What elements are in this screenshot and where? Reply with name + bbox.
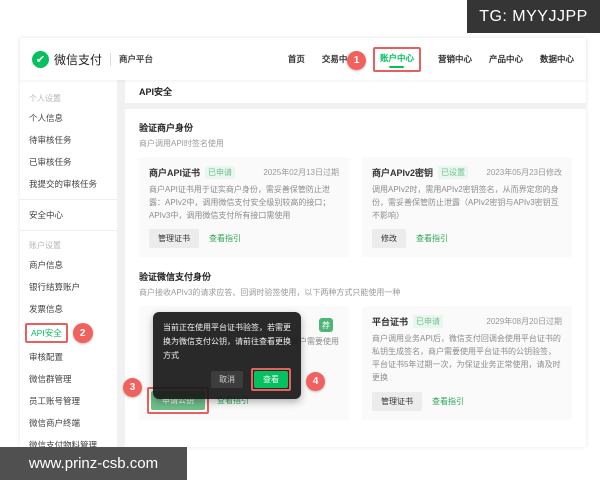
- nav-home[interactable]: 首页: [288, 53, 305, 65]
- sidebar-item-my-submitted-reviews[interactable]: 我提交的审核任务: [20, 173, 117, 195]
- logo-text: 微信支付: [54, 52, 103, 67]
- merchant-identity-cards: 商户API证书 已申请 2025年02月13日过期 商户API证书用于证实商户身…: [139, 157, 572, 258]
- tooltip-view-button[interactable]: 查看: [254, 371, 288, 389]
- tooltip-cancel-button[interactable]: 取消: [211, 371, 243, 389]
- card-apiv2-key: 商户APIv2密钥 已设置 2023年05月23日修改 调用APIv2时，需用A…: [362, 157, 572, 258]
- nav-marketing-center[interactable]: 营销中心: [438, 53, 472, 65]
- sidebar-item-review-config[interactable]: 审核配置: [20, 346, 117, 368]
- page-title: API安全: [125, 80, 586, 103]
- card-title: 商户API证书: [149, 168, 201, 178]
- site-watermark: www.prinz-csb.com: [0, 447, 187, 480]
- sidebar: 个人设置 个人信息 待审核任务 已审核任务 我提交的审核任务 安全中心 账户设置…: [20, 80, 117, 450]
- modified-date: 2023年05月23日修改: [486, 168, 562, 177]
- nav-account-center[interactable]: 账户中心: [380, 52, 414, 64]
- sidebar-item-staff-account-mgmt[interactable]: 员工账号管理: [20, 390, 117, 412]
- main-column: API安全 验证商户身份 商户调用API时签名使用 商户API证书 已申请 20…: [123, 80, 586, 447]
- card-description: 调用APIv2时，需用APIv2密钥签名，从而界定您的身份，需妥善保管防止泄露（…: [372, 185, 559, 220]
- header-divider: [110, 52, 112, 66]
- view-guide-link[interactable]: 查看指引: [416, 233, 448, 244]
- sidebar-item-wechat-group-mgmt[interactable]: 微信群管理: [20, 368, 117, 390]
- annotation-step-1: 1: [347, 51, 366, 70]
- content-area: 个人设置 个人信息 待审核任务 已审核任务 我提交的审核任务 安全中心 账户设置…: [20, 80, 586, 450]
- card-description: 商户调用业务API后，微信支付回调会使用平台证书的私钥生成签名，商户需要使用平台…: [372, 334, 561, 382]
- sidebar-item-merchant-info[interactable]: 商户信息: [20, 254, 117, 276]
- section-verify-merchant-subtitle: 商户调用API时签名使用: [139, 139, 224, 148]
- tg-watermark: TG: MYYJJPP: [467, 0, 600, 33]
- sidebar-item-invoice-info[interactable]: 发票信息: [20, 298, 117, 320]
- view-guide-link[interactable]: 查看指引: [432, 396, 464, 407]
- card-title: 商户APIv2密钥: [372, 168, 434, 178]
- main-nav: 首页 交易中心 账户中心 营销中心 产品中心 数据中心: [288, 46, 574, 72]
- nav-data-center[interactable]: 数据中心: [540, 53, 574, 65]
- sidebar-item-api-security[interactable]: API安全: [25, 323, 68, 343]
- switch-method-tooltip: 当前正在使用平台证书验签，若需更换为微信支付公钥，请前往查看更换方式 取消 查看…: [153, 312, 325, 400]
- sidebar-divider: [20, 199, 117, 200]
- card-description: 商户API证书用于证实商户身份，需妥善保管防止泄露：APIv2中，调用微信支付安…: [149, 185, 331, 220]
- status-badge: 已申请: [413, 315, 444, 329]
- wechat-pay-logo: ✔ 微信支付: [32, 50, 103, 68]
- expiry-date: 2025年02月13日过期: [263, 168, 339, 177]
- view-guide-link[interactable]: 查看指引: [209, 233, 241, 244]
- nav-active-underline: [389, 65, 405, 68]
- sidebar-group-account-settings: 账户设置: [29, 241, 61, 250]
- api-security-panel: 验证商户身份 商户调用API时签名使用 商户API证书 已申请 2025年02月…: [123, 109, 586, 447]
- sidebar-item-pending-review[interactable]: 待审核任务: [20, 129, 117, 151]
- sidebar-item-reviewed[interactable]: 已审核任务: [20, 151, 117, 173]
- section-verify-wechatpay-title: 验证微信支付身份: [139, 272, 212, 283]
- platform-label: 商户平台: [119, 54, 154, 64]
- modify-key-button[interactable]: 修改: [372, 229, 406, 249]
- sidebar-active-row: API安全 2: [20, 320, 117, 346]
- sidebar-item-personal-info[interactable]: 个人信息: [20, 107, 117, 129]
- tooltip-text: 当前正在使用平台证书验签，若需更换为微信支付公钥，请前往查看更换方式: [163, 323, 291, 361]
- expiry-date: 2029年08月20日过期: [486, 317, 562, 327]
- sidebar-item-security-center[interactable]: 安全中心: [20, 204, 117, 226]
- card-merchant-api-cert: 商户API证书 已申请 2025年02月13日过期 商户API证书用于证实商户身…: [139, 157, 349, 258]
- status-badge: 已设置: [438, 166, 469, 179]
- nav-account-center-highlight-box[interactable]: 账户中心: [372, 46, 421, 72]
- top-header: ✔ 微信支付 商户平台 首页 交易中心 账户中心 营销中心 产品中心 数据中心 …: [20, 38, 586, 80]
- sidebar-group-personal-settings: 个人设置: [29, 94, 61, 103]
- annotation-step-3: 3: [123, 378, 142, 398]
- manage-cert-button[interactable]: 管理证书: [372, 391, 422, 411]
- annotation-step-4: 4: [306, 372, 325, 392]
- card-title: 平台证书: [372, 317, 409, 328]
- card-wechatpay-public-key: 荐 、商户需要使用 申请公钥 查看指引 3 当前正在使用平台证书验签，若需更换为…: [123, 306, 349, 420]
- wechat-pay-check-icon: ✔: [32, 50, 49, 68]
- sidebar-item-merchant-terminal[interactable]: 微信商户终端: [20, 412, 117, 434]
- wechatpay-identity-cards: 荐 、商户需要使用 申请公钥 查看指引 3 当前正在使用平台证书验签，若需更换为…: [123, 306, 572, 420]
- status-badge: 已申请: [205, 166, 236, 179]
- nav-product-center[interactable]: 产品中心: [489, 53, 523, 65]
- card-platform-cert: 平台证书 已申请 2029年08月20日过期 商户调用业务API后，微信支付回调…: [362, 306, 572, 420]
- merchant-platform-page: ✔ 微信支付 商户平台 首页 交易中心 账户中心 营销中心 产品中心 数据中心 …: [20, 38, 586, 450]
- tooltip-view-highlight-box: 查看: [251, 368, 291, 392]
- section-verify-merchant-title: 验证商户身份: [139, 123, 194, 133]
- section-verify-wechatpay-subtitle: 商户接收APIv3的请求应答、回调时验签使用，以下两种方式只能使用一种: [139, 288, 401, 298]
- sidebar-item-bank-settlement-account[interactable]: 银行结算账户: [20, 276, 117, 298]
- annotation-step-2: 2: [72, 323, 93, 343]
- manage-cert-button[interactable]: 管理证书: [149, 229, 199, 249]
- sidebar-divider: [20, 230, 117, 231]
- recommended-badge: 荐: [319, 318, 333, 333]
